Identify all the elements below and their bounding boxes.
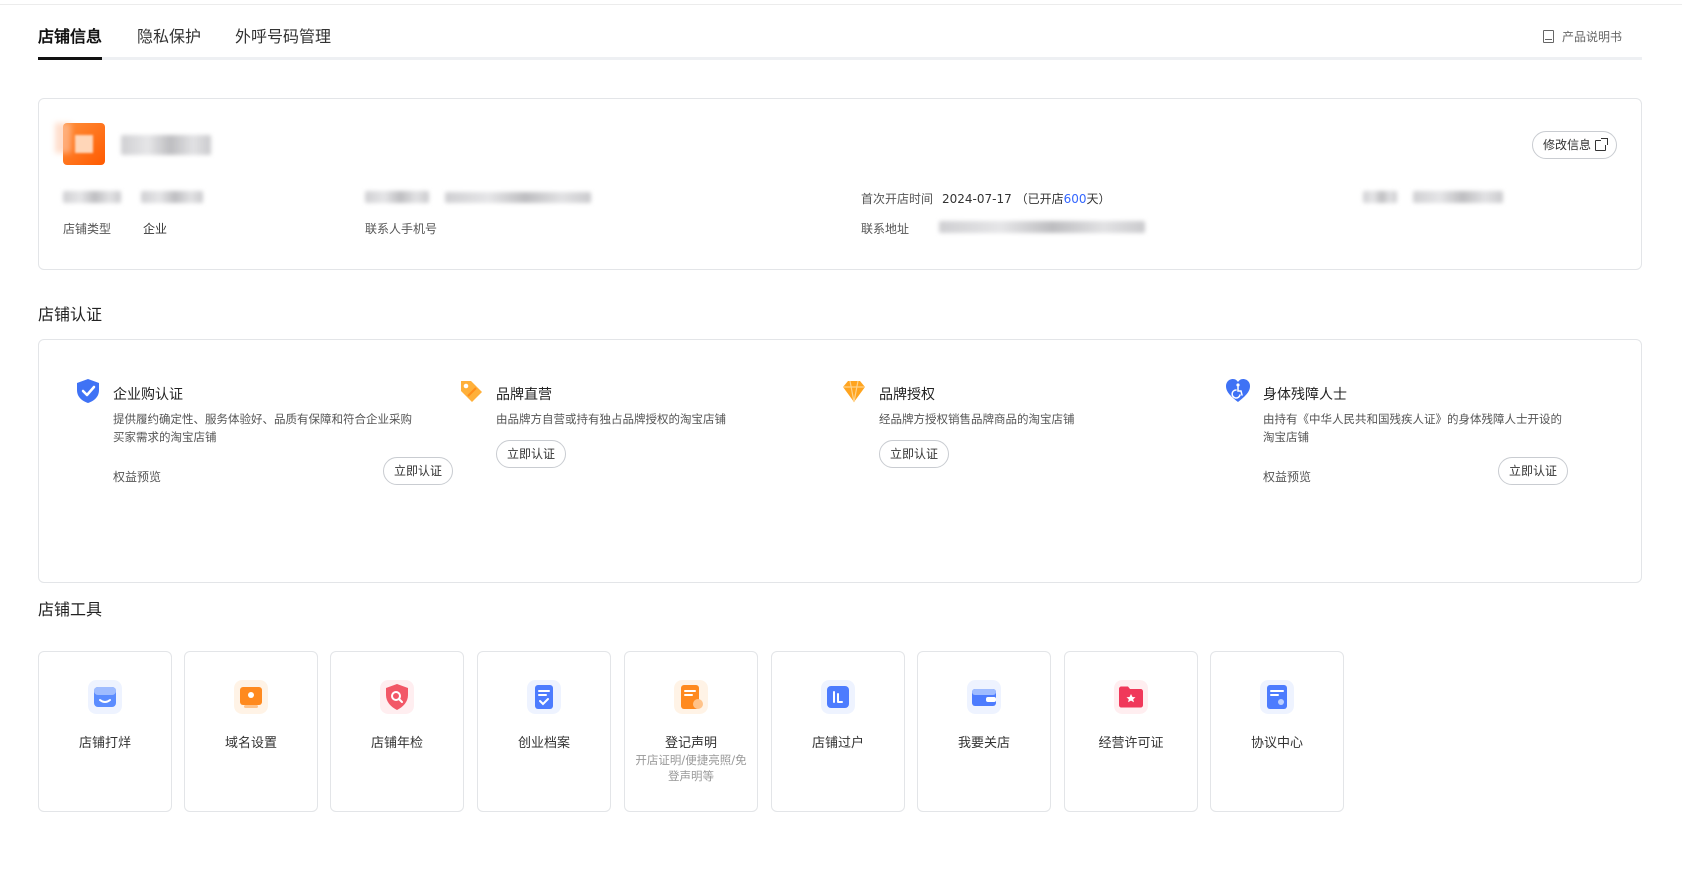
tool-label: 经营许可证 [1098,736,1164,751]
cert-title: 品牌直营 [496,387,552,403]
address-label: 联系地址 [861,222,910,236]
store-closed-icon [88,680,122,714]
wallet-icon [967,680,1001,714]
redacted-value [445,192,591,203]
open-time-value: 2024-07-17 （已开店600天） [942,190,1111,207]
cert-desc: 经品牌方授权销售品牌商品的淘宝店铺 [879,412,1075,426]
external-link-icon [1595,137,1608,151]
cert-title: 企业购认证 [113,387,183,403]
open-prefix: （已开店 [1015,192,1064,206]
tool-label: 店铺年检 [370,736,423,751]
tool-label: 协议中心 [1250,736,1303,751]
top-divider [0,4,1682,5]
product-manual-link[interactable]: 产品说明书 [1542,28,1622,45]
certify-now-button[interactable]: 立即认证 [1498,457,1569,485]
transfer-icon [821,680,855,714]
tool-label: 创业档案 [517,736,570,751]
tool-startup-archive[interactable]: 创业档案 [477,651,611,812]
domain-icon [234,680,268,714]
license-folder-icon [1114,680,1148,714]
redacted-label [1363,191,1397,203]
tools-section-title: 店铺工具 [38,600,103,619]
agreement-icon [1260,680,1294,714]
tool-label: 店铺打烊 [78,736,131,751]
tab-bar: 店铺信息 隐私保护 外呼号码管理 产品说明书 [38,26,1642,60]
cert-title: 品牌授权 [879,387,935,403]
tool-store-transfer[interactable]: 店铺过户 [771,651,905,812]
document-icon [674,680,708,714]
contact-phone-label: 联系人手机号 [365,222,438,236]
shop-type-value: 企业 [143,222,168,236]
tag-icon [461,381,482,402]
tool-registration-statement[interactable]: 登记声明 开店证明/便捷亮照/免登声明等 [624,651,758,812]
tool-agreement-center[interactable]: 协议中心 [1210,651,1344,812]
open-days: 600 [1063,192,1087,206]
tool-label: 我要关店 [957,736,1010,751]
redacted-label [365,191,429,203]
cert-desc: 提供履约确定性、服务体验好、品质有保障和符合企业采购买家需求的淘宝店铺 [113,412,412,444]
shop-type-label: 店铺类型 [63,222,112,236]
certify-now-button[interactable]: 立即认证 [496,440,567,468]
cert-desc: 由品牌方自营或持有独占品牌授权的淘宝店铺 [496,412,726,426]
address-redacted [939,221,1145,233]
diamond-icon [843,380,865,403]
cert-title: 身体残障人士 [1263,387,1347,403]
product-manual-label: 产品说明书 [1561,30,1622,44]
shop-info-card: 修改信息 首次开店时间 2024-07-17 （已开店600天） 店铺类型 企业… [38,98,1642,270]
certify-now-button[interactable]: 立即认证 [383,457,454,485]
shield-check-icon [77,379,99,403]
tab-privacy[interactable]: 隐私保护 [137,26,201,57]
open-suffix: 天） [1086,192,1111,206]
tool-store-closed[interactable]: 店铺打烊 [38,651,172,812]
page: 店铺信息 隐私保护 外呼号码管理 产品说明书 修改信息 首次开店时间 2024-… [0,0,1682,880]
tool-business-license[interactable]: 经营许可证 [1064,651,1198,812]
tool-label: 域名设置 [224,736,277,751]
open-time-label: 首次开店时间 [861,192,934,206]
redacted-label [63,191,121,203]
cert-card: 企业购认证 提供履约确定性、服务体验好、品质有保障和符合企业采购买家需求的淘宝店… [38,339,1642,583]
shield-search-icon [380,680,414,714]
tab-shop-info[interactable]: 店铺信息 [38,26,103,60]
book-icon [1542,30,1554,43]
perk-preview-link[interactable]: 权益预览 [1263,468,1311,485]
archive-icon [527,680,561,714]
redacted-value [1413,191,1503,203]
cert-section-title: 店铺认证 [38,305,103,324]
tool-close-store[interactable]: 我要关店 [917,651,1051,812]
shop-logo [63,123,105,165]
shop-name-redacted [121,135,211,155]
tool-annual-inspection[interactable]: 店铺年检 [330,651,464,812]
tool-label: 登记声明 [664,736,717,751]
perk-preview-link[interactable]: 权益预览 [113,468,161,485]
edit-info-button[interactable]: 修改信息 [1531,131,1617,159]
tool-sublabel: 开店证明/便捷亮照/免登声明等 [635,753,747,783]
tool-label: 店铺过户 [811,736,864,751]
cert-desc: 由持有《中华人民共和国残疾人证》的身体残障人士开设的淘宝店铺 [1263,412,1562,444]
certify-now-button[interactable]: 立即认证 [879,440,950,468]
open-date: 2024-07-17 [942,192,1012,206]
tab-outbound-numbers[interactable]: 外呼号码管理 [235,26,331,57]
edit-info-label: 修改信息 [1542,138,1591,152]
tool-domain-settings[interactable]: 域名设置 [184,651,318,812]
heart-accessibility-icon [1226,379,1250,402]
redacted-value [141,191,203,203]
